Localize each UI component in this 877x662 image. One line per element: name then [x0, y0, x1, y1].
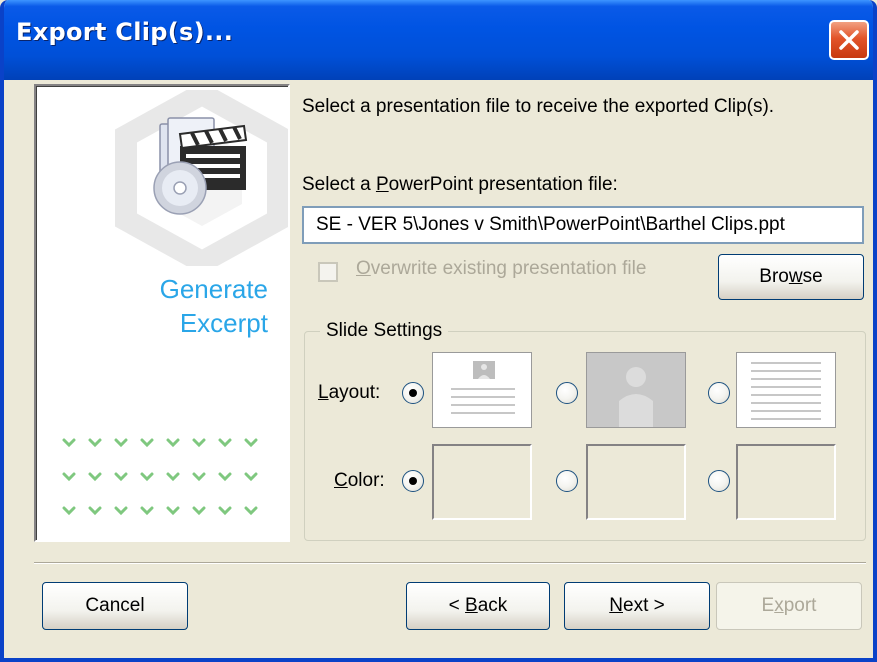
decorative-chevron-icon	[192, 506, 206, 516]
decorative-chevron-icon	[62, 438, 76, 448]
decorative-dots-pattern	[62, 438, 258, 516]
back-button[interactable]: < Back	[406, 582, 550, 630]
decorative-chevron-icon	[218, 506, 232, 516]
decorative-chevron-icon	[62, 472, 76, 482]
decorative-chevron-icon	[218, 438, 232, 448]
banner-caption: Generate Excerpt	[160, 272, 268, 340]
layout-thumbnail-3[interactable]	[736, 352, 836, 428]
overwrite-label: Overwrite existing presentation file	[356, 258, 647, 279]
presentation-file-input[interactable]: SE - VER 5\Jones v Smith\PowerPoint\Bart…	[302, 206, 864, 244]
window-title: Export Clip(s)...	[16, 18, 234, 46]
decorative-chevron-icon	[218, 472, 232, 482]
color-radio-2[interactable]	[556, 470, 578, 492]
decorative-chevron-icon	[140, 506, 154, 516]
export-clips-dialog: Export Clip(s)... Generate Excerpt Selec…	[0, 0, 877, 662]
close-icon	[839, 30, 859, 50]
color-radio-3[interactable]	[708, 470, 730, 492]
color-swatch-2[interactable]	[586, 444, 686, 520]
decorative-chevron-icon	[88, 472, 102, 482]
decorative-chevron-icon	[114, 438, 128, 448]
decorative-chevron-icon	[140, 472, 154, 482]
slide-settings-title: Slide Settings	[320, 320, 449, 342]
decorative-chevron-icon	[114, 506, 128, 516]
layout-label: Layout:	[318, 382, 381, 403]
decorative-chevron-icon	[192, 472, 206, 482]
color-swatch-3[interactable]	[736, 444, 836, 520]
footer-separator	[34, 562, 866, 564]
decorative-chevron-icon	[62, 506, 76, 516]
color-label: Color:	[334, 470, 385, 491]
decorative-chevron-icon	[244, 506, 258, 516]
video-clip-icon	[153, 117, 248, 215]
decorative-chevron-icon	[244, 438, 258, 448]
layout-picture-full-icon	[619, 367, 653, 427]
overwrite-checkbox[interactable]	[318, 262, 338, 282]
color-swatch-1[interactable]	[432, 444, 532, 520]
export-button[interactable]: Export	[716, 582, 862, 630]
decorative-chevron-icon	[114, 472, 128, 482]
layout-radio-1[interactable]	[402, 382, 424, 404]
cancel-button[interactable]: Cancel	[42, 582, 188, 630]
color-radio-1[interactable]	[402, 470, 424, 492]
banner-caption-line2: Excerpt	[179, 308, 268, 338]
layout-thumbnail-1[interactable]	[432, 352, 532, 428]
wizard-banner: Generate Excerpt	[34, 84, 290, 542]
decorative-chevron-icon	[166, 438, 180, 448]
layout-thumbnail-2[interactable]	[586, 352, 686, 428]
browse-button[interactable]: Browse	[718, 254, 864, 300]
decorative-chevron-icon	[192, 438, 206, 448]
decorative-chevron-icon	[88, 506, 102, 516]
layout-text-only-icon	[751, 362, 821, 420]
decorative-chevron-icon	[166, 506, 180, 516]
title-bar[interactable]: Export Clip(s)...	[4, 0, 873, 80]
instruction-text: Select a presentation file to receive th…	[302, 96, 775, 117]
banner-caption-line1: Generate	[159, 274, 268, 304]
decorative-chevron-icon	[140, 438, 154, 448]
layout-radio-2[interactable]	[556, 382, 578, 404]
decorative-chevron-icon	[88, 438, 102, 448]
layout-picture-top-text-icon	[451, 361, 515, 414]
decorative-chevron-icon	[166, 472, 180, 482]
close-button[interactable]	[829, 20, 869, 60]
decorative-chevron-icon	[244, 472, 258, 482]
file-label: Select a PowerPoint presentation file:	[302, 174, 618, 195]
layout-radio-3[interactable]	[708, 382, 730, 404]
next-button[interactable]: Next >	[564, 582, 710, 630]
